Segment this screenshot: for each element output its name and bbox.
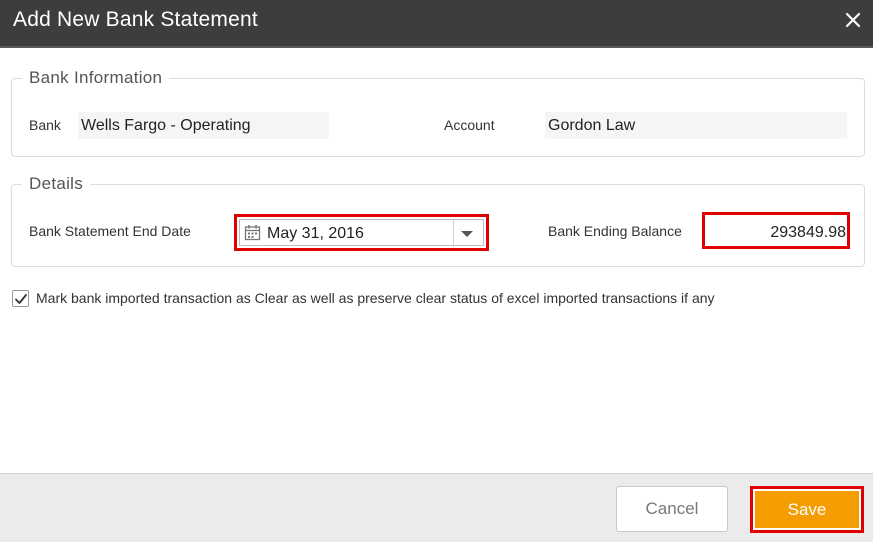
ending-balance-label: Bank Ending Balance [548,223,682,239]
ending-balance-field[interactable] [702,212,850,249]
bank-label: Bank [29,117,61,133]
account-value: Gordon Law [545,112,847,139]
close-icon[interactable] [845,12,861,28]
dialog-title: Add New Bank Statement [13,8,258,31]
end-date-input[interactable]: May 31, 2016 [239,219,484,246]
mark-clear-checkbox[interactable] [12,290,29,307]
add-bank-statement-dialog: Add New Bank Statement Bank Information … [0,0,873,542]
save-button-highlight: Save [750,486,864,533]
save-button[interactable]: Save [755,491,859,528]
dialog-header: Add New Bank Statement [0,0,873,48]
calendar-icon[interactable] [244,224,261,241]
end-date-picker[interactable]: May 31, 2016 [234,214,489,251]
end-date-value: May 31, 2016 [267,225,364,242]
bank-information-legend: Bank Information [29,68,163,87]
details-legend: Details [29,174,84,193]
cancel-button[interactable]: Cancel [616,486,728,532]
dropdown-divider [453,220,454,245]
ending-balance-input[interactable] [705,215,847,246]
mark-clear-label[interactable]: Mark bank imported transaction as Clear … [36,290,715,306]
end-date-label: Bank Statement End Date [29,223,191,239]
account-label: Account [444,117,495,133]
caret-down-icon[interactable] [461,231,473,237]
dialog-footer [0,473,873,542]
bank-value: Wells Fargo - Operating [78,112,329,139]
